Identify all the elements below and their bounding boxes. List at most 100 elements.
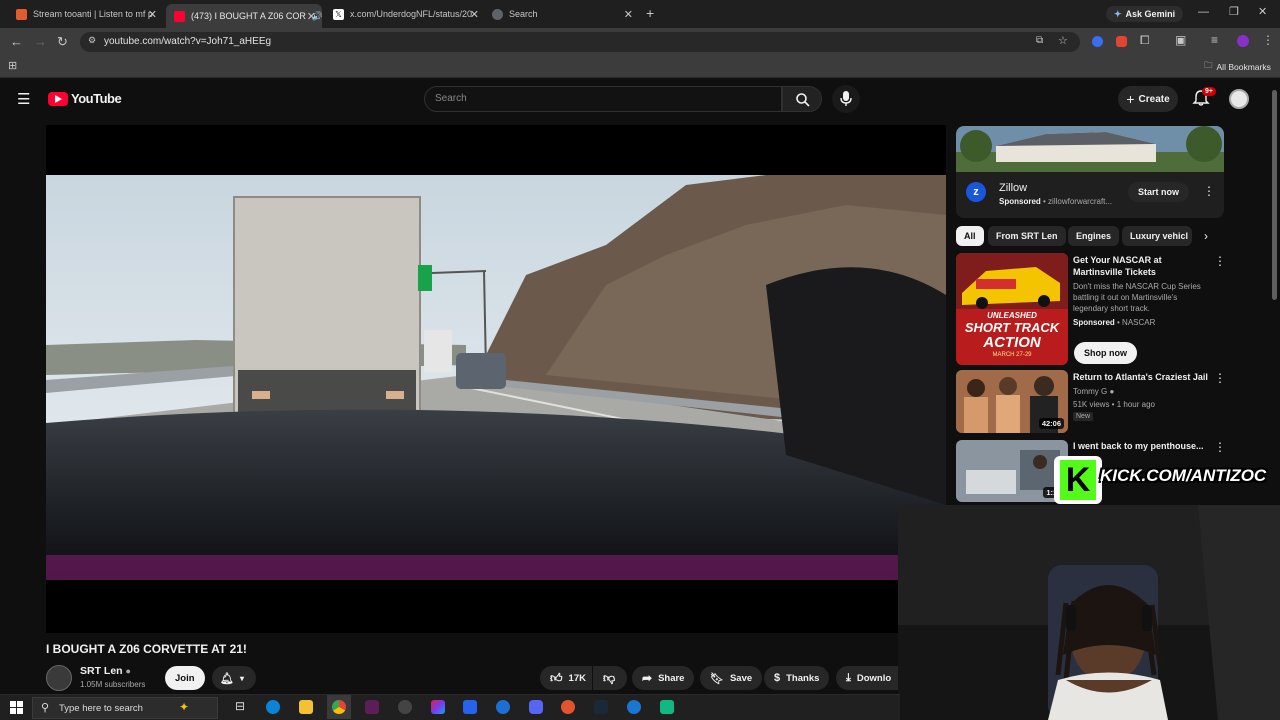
apps-grid-icon[interactable]: ⊞: [8, 59, 17, 72]
taskbar-search-placeholder: Type here to search: [59, 703, 143, 714]
chip-from-channel[interactable]: From SRT Len: [988, 226, 1066, 246]
browser-tab[interactable]: 𝕏 x.com/UnderdogNFL/status/20 ✕: [325, 4, 485, 24]
search-input[interactable]: Search: [424, 86, 782, 112]
voice-search-button[interactable]: [832, 85, 860, 113]
nascar-ad-thumbnail[interactable]: UNLEASHED SHORT TRACK ACTION MARCH 27-29: [956, 253, 1068, 365]
app-grid-icon[interactable]: [463, 700, 477, 714]
site-info-icon[interactable]: ⚙: [88, 35, 96, 46]
close-window-icon[interactable]: ✕: [1258, 5, 1267, 18]
extension-icon[interactable]: [1116, 36, 1127, 47]
app-4k-icon[interactable]: [398, 700, 412, 714]
more-options-icon[interactable]: ⋮: [1203, 184, 1215, 198]
app-circle-icon[interactable]: [627, 700, 641, 714]
forward-icon[interactable]: →: [34, 34, 47, 49]
chip-engines[interactable]: Engines: [1068, 226, 1120, 246]
more-options-icon[interactable]: ⋮: [1214, 440, 1226, 454]
download-icon: ⤓: [846, 671, 851, 684]
search-button[interactable]: [782, 86, 822, 112]
tab-label: Search: [509, 9, 538, 19]
browser-menu-icon[interactable]: ⋮: [1262, 33, 1274, 47]
video-thumbnail[interactable]: 42:06: [956, 370, 1068, 433]
rec-title[interactable]: I went back to my penthouse...: [1073, 440, 1213, 452]
bookmark-star-icon[interactable]: ☆: [1058, 34, 1068, 47]
kick-url-text: KICK.COM/ANTIZOC: [1100, 466, 1267, 485]
account-avatar[interactable]: [1229, 89, 1249, 109]
close-tab-icon[interactable]: ✕: [307, 10, 316, 23]
task-view-icon[interactable]: ⊟: [235, 699, 245, 713]
chevron-down-icon: ▾: [239, 673, 244, 683]
close-tab-icon[interactable]: ✕: [624, 8, 633, 21]
app-orange-icon[interactable]: [561, 700, 575, 714]
sponsored-ad-card[interactable]: z Zillow Sponsored • zillowforwarcraft..…: [956, 126, 1224, 218]
restore-icon[interactable]: ❐: [1229, 5, 1239, 18]
bell-icon: 🔔︎: [220, 672, 234, 685]
channel-name: SRT Len: [80, 665, 123, 677]
rec-title[interactable]: Return to Atlanta's Craziest Jail: [1073, 371, 1213, 383]
windows-start-icon[interactable]: [10, 701, 23, 714]
reading-list-icon[interactable]: ≡: [1211, 33, 1218, 47]
shop-now-button[interactable]: Shop now: [1074, 342, 1137, 364]
reload-icon[interactable]: ↻: [57, 34, 68, 50]
extension-icon[interactable]: [1092, 36, 1103, 47]
chevron-right-icon[interactable]: ›: [1204, 229, 1208, 243]
rec-channel[interactable]: Tommy G: [1073, 387, 1107, 396]
discord-icon[interactable]: [529, 700, 543, 714]
new-tab-button[interactable]: +: [646, 5, 654, 21]
rec-description: Don't miss the NASCAR Cup Series battlin…: [1073, 282, 1201, 313]
browser-tab-active[interactable]: (473) I BOUGHT A Z06 COR 🔊 ✕: [166, 4, 322, 28]
premiere-app-icon[interactable]: [365, 700, 379, 714]
more-options-icon[interactable]: ⋮: [1214, 254, 1226, 268]
save-label: Save: [729, 672, 753, 684]
more-options-icon[interactable]: ⋮: [1214, 371, 1226, 385]
chrome-icon[interactable]: [332, 700, 346, 714]
tab-label: x.com/UnderdogNFL/status/20: [350, 9, 473, 19]
browser-tab[interactable]: Search ✕: [484, 4, 639, 24]
start-now-button[interactable]: Start now: [1128, 182, 1190, 202]
windows-taskbar: ⚲ Type here to search ✦: [0, 694, 900, 720]
channel-avatar[interactable]: [46, 665, 72, 691]
app-blue-icon[interactable]: [496, 700, 510, 714]
channel-name-row[interactable]: SRT Len ●: [80, 665, 131, 677]
chip-luxury-vehicles[interactable]: Luxury vehicl: [1122, 226, 1192, 246]
steam-icon[interactable]: [594, 700, 608, 714]
chip-all[interactable]: All: [956, 226, 984, 246]
profile-avatar[interactable]: [1237, 35, 1249, 47]
app-colorful-icon[interactable]: [431, 700, 445, 714]
video-thumbnail[interactable]: 1:11: [956, 440, 1068, 502]
ask-gemini-button[interactable]: ✦ Ask Gemini: [1106, 6, 1184, 22]
side-panel-icon[interactable]: ▣: [1175, 33, 1186, 47]
ask-gemini-label: Ask Gemini: [1125, 9, 1176, 19]
like-button[interactable]: 👍︎ 17K: [540, 666, 592, 690]
x-favicon-icon: 𝕏: [333, 8, 344, 20]
join-button[interactable]: Join: [165, 666, 205, 690]
create-button[interactable]: + Create: [1118, 86, 1178, 112]
hamburger-menu-icon[interactable]: ☰: [17, 90, 30, 108]
video-player[interactable]: [46, 125, 946, 633]
back-icon[interactable]: ←: [10, 34, 23, 49]
edge-icon[interactable]: [266, 700, 280, 714]
file-explorer-icon[interactable]: [299, 700, 313, 714]
taskbar-search-box[interactable]: ⚲ Type here to search ✦: [32, 697, 218, 719]
all-bookmarks-button[interactable]: 🗀 All Bookmarks: [1204, 60, 1271, 74]
close-tab-icon[interactable]: ✕: [148, 8, 157, 21]
app-green-icon[interactable]: [660, 700, 674, 714]
save-button[interactable]: 🔖︎ Save: [700, 666, 763, 690]
dislike-button[interactable]: 👎︎: [593, 666, 627, 690]
extensions-puzzle-icon[interactable]: ⧠: [1140, 33, 1150, 48]
minimize-icon[interactable]: —: [1198, 6, 1209, 18]
browser-tab[interactable]: Stream tooanti | Listen to mf p ✕: [8, 4, 163, 24]
ad-domain: zillowforwarcraft...: [1048, 197, 1113, 206]
share-button[interactable]: ➦ Share: [632, 666, 695, 690]
install-app-icon[interactable]: ⧉: [1036, 35, 1043, 46]
notifications-button[interactable]: 9+: [1192, 87, 1216, 109]
advertiser-name: NASCAR: [1122, 318, 1156, 327]
notification-bell-button[interactable]: 🔔︎ ▾: [212, 666, 256, 690]
close-tab-icon[interactable]: ✕: [470, 8, 479, 21]
download-button[interactable]: ⤓ Downlo: [836, 666, 898, 690]
thanks-button[interactable]: $ Thanks: [764, 666, 830, 690]
youtube-logo[interactable]: YouTube: [48, 91, 122, 106]
rec-title[interactable]: Get Your NASCAR at Martinsville Tickets: [1073, 254, 1213, 278]
page-scrollbar[interactable]: [1272, 90, 1277, 300]
join-label: Join: [175, 672, 195, 684]
address-bar[interactable]: ⚙ youtube.com/watch?v=Joh71_aHEEg ⧉ ☆: [80, 32, 1080, 52]
